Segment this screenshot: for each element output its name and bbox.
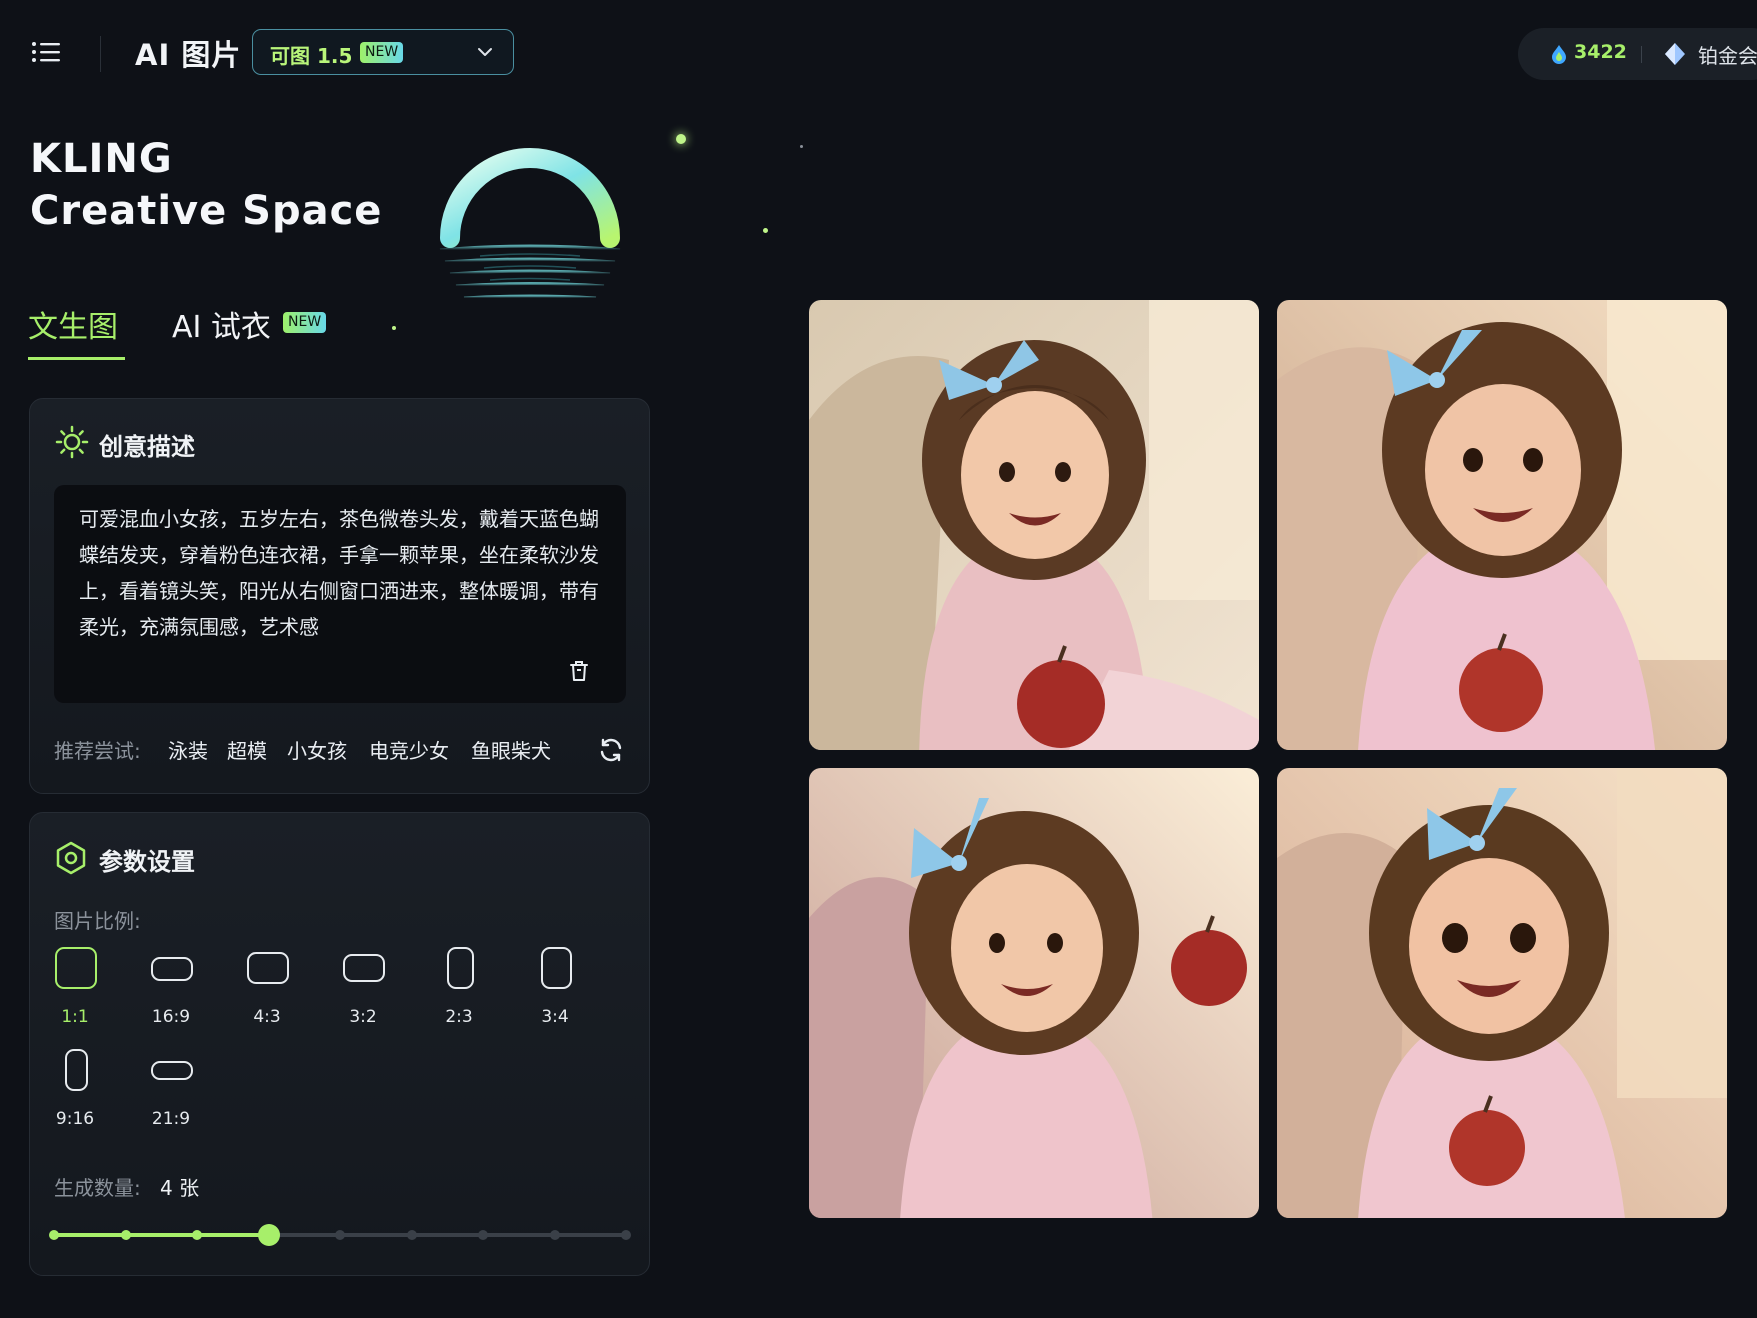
ratio-label-text: 1:1 <box>61 1007 89 1027</box>
ratio-shape <box>55 947 97 989</box>
new-badge: NEW <box>283 312 327 333</box>
app-title: AI 图片 <box>135 38 242 72</box>
ratio-option-21-9[interactable]: 21:9 <box>131 1049 211 1137</box>
prompt-card: 创意描述 可爱混血小女孩，五岁左右，茶色微卷头发，戴着天蓝色蝴蝶结发夹，穿着粉色… <box>29 398 650 794</box>
suggestion-chip[interactable]: 泳装 <box>168 735 208 764</box>
sparkle <box>392 326 396 330</box>
suggestion-chip[interactable]: 小女孩 <box>287 735 347 764</box>
top-bar: AI 图片 可图 1.5 NEW 3422 铂金会员 <box>0 0 1757 100</box>
tab-active-indicator <box>28 357 125 360</box>
model-select[interactable]: 可图 1.5 NEW <box>252 29 514 75</box>
girl-photo <box>809 768 1259 1218</box>
result-image-4[interactable] <box>1277 768 1727 1218</box>
new-badge: NEW <box>360 42 404 63</box>
points-value: 3422 <box>1574 41 1627 63</box>
refresh-icon[interactable] <box>598 737 624 763</box>
result-image-2[interactable] <box>1277 300 1727 750</box>
sparkle <box>763 228 768 233</box>
ratio-option-3-2[interactable]: 3:2 <box>323 947 403 1035</box>
params-card-title: 参数设置 <box>99 848 195 876</box>
suggest-label: 推荐尝试: <box>54 739 141 763</box>
prompt-card-title: 创意描述 <box>99 433 195 461</box>
ratio-option-9-16[interactable]: 9:16 <box>35 1049 115 1137</box>
slider-fill <box>54 1233 269 1237</box>
suggestion-chip[interactable]: 鱼眼柴犬 <box>471 735 551 764</box>
brand-subtitle: Creative Space <box>30 188 383 234</box>
ratio-label-text: 16:9 <box>151 1007 191 1027</box>
suggestion-chip[interactable]: 超模 <box>227 735 267 764</box>
ratio-option-3-4[interactable]: 3:4 <box>515 947 595 1035</box>
ratio-shape <box>541 947 572 989</box>
menu-icon[interactable] <box>30 36 62 68</box>
ratio-label-text: 2:3 <box>445 1007 473 1027</box>
suggestion-chip[interactable]: 电竞少女 <box>369 735 449 764</box>
ratio-shape <box>65 1049 88 1091</box>
ring-illustration <box>439 148 621 300</box>
ratio-option-2-3[interactable]: 2:3 <box>419 947 499 1035</box>
slider-step-dot[interactable] <box>335 1230 345 1240</box>
prompt-text: 可爱混血小女孩，五岁左右，茶色微卷头发，戴着天蓝色蝴蝶结发夹，穿着粉色连衣裙，手… <box>79 507 599 639</box>
params-card: 参数设置 图片比例: 1:1 16:9 4:3 3:2 2:3 3:4 9:16… <box>29 812 650 1276</box>
slider-step-dot[interactable] <box>549 1230 560 1240</box>
member-label: 铂金会员 <box>1698 44 1757 68</box>
ratio-option-16-9[interactable]: 16:9 <box>131 947 211 1035</box>
count-slider[interactable] <box>49 1224 631 1246</box>
ratio-label-text: 4:3 <box>253 1007 281 1027</box>
slider-knob[interactable] <box>257 1224 280 1246</box>
drop-icon <box>1552 45 1566 64</box>
model-name: 可图 1.5 <box>270 44 353 68</box>
top-divider <box>100 36 101 72</box>
points-pill[interactable]: 3422 铂金会员 <box>1518 28 1757 80</box>
girl-photo <box>1277 768 1727 1218</box>
ratio-shape <box>247 952 289 984</box>
settings-hex-icon <box>56 841 86 875</box>
prompt-textarea[interactable]: 可爱混血小女孩，五岁左右，茶色微卷头发，戴着天蓝色蝴蝶结发夹，穿着粉色连衣裙，手… <box>54 485 626 703</box>
trash-icon[interactable] <box>568 659 590 683</box>
tab-text-to-image[interactable]: 文生图 <box>28 302 118 346</box>
sun-icon <box>55 425 89 459</box>
sparkle <box>800 145 803 148</box>
ratio-option-4-3[interactable]: 4:3 <box>227 947 307 1035</box>
ratio-label-text: 3:4 <box>541 1007 569 1027</box>
result-image-1[interactable] <box>809 300 1259 750</box>
diamond-icon <box>1665 43 1685 65</box>
slider-step-dot[interactable] <box>49 1230 59 1240</box>
slider-step-dot[interactable] <box>621 1230 631 1240</box>
ratio-shape <box>447 947 474 989</box>
pill-divider <box>1641 46 1642 63</box>
ratio-shape <box>343 954 385 982</box>
ratio-label-text: 21:9 <box>151 1109 191 1129</box>
result-image-3[interactable] <box>809 768 1259 1218</box>
count-value: 4 张 <box>160 1176 200 1200</box>
ratio-label-text: 9:16 <box>55 1109 95 1129</box>
slider-step-dot[interactable] <box>120 1230 131 1240</box>
ratio-option-1-1[interactable]: 1:1 <box>35 947 115 1035</box>
slider-step-dot[interactable] <box>406 1230 417 1240</box>
sparkle <box>676 134 686 144</box>
ratio-label: 图片比例: <box>54 909 141 933</box>
ratio-shape <box>151 957 193 981</box>
chevron-down-icon <box>478 48 492 56</box>
brand-title: KLING <box>30 136 173 182</box>
girl-photo <box>1277 300 1727 750</box>
count-label: 生成数量: <box>54 1176 141 1200</box>
ratio-shape <box>151 1061 193 1080</box>
slider-step-dot[interactable] <box>478 1230 488 1240</box>
tab-ai-tryon[interactable]: AI 试衣 <box>172 302 271 346</box>
girl-photo <box>809 300 1259 750</box>
ratio-label-text: 3:2 <box>349 1007 377 1027</box>
slider-step-dot[interactable] <box>192 1230 202 1240</box>
